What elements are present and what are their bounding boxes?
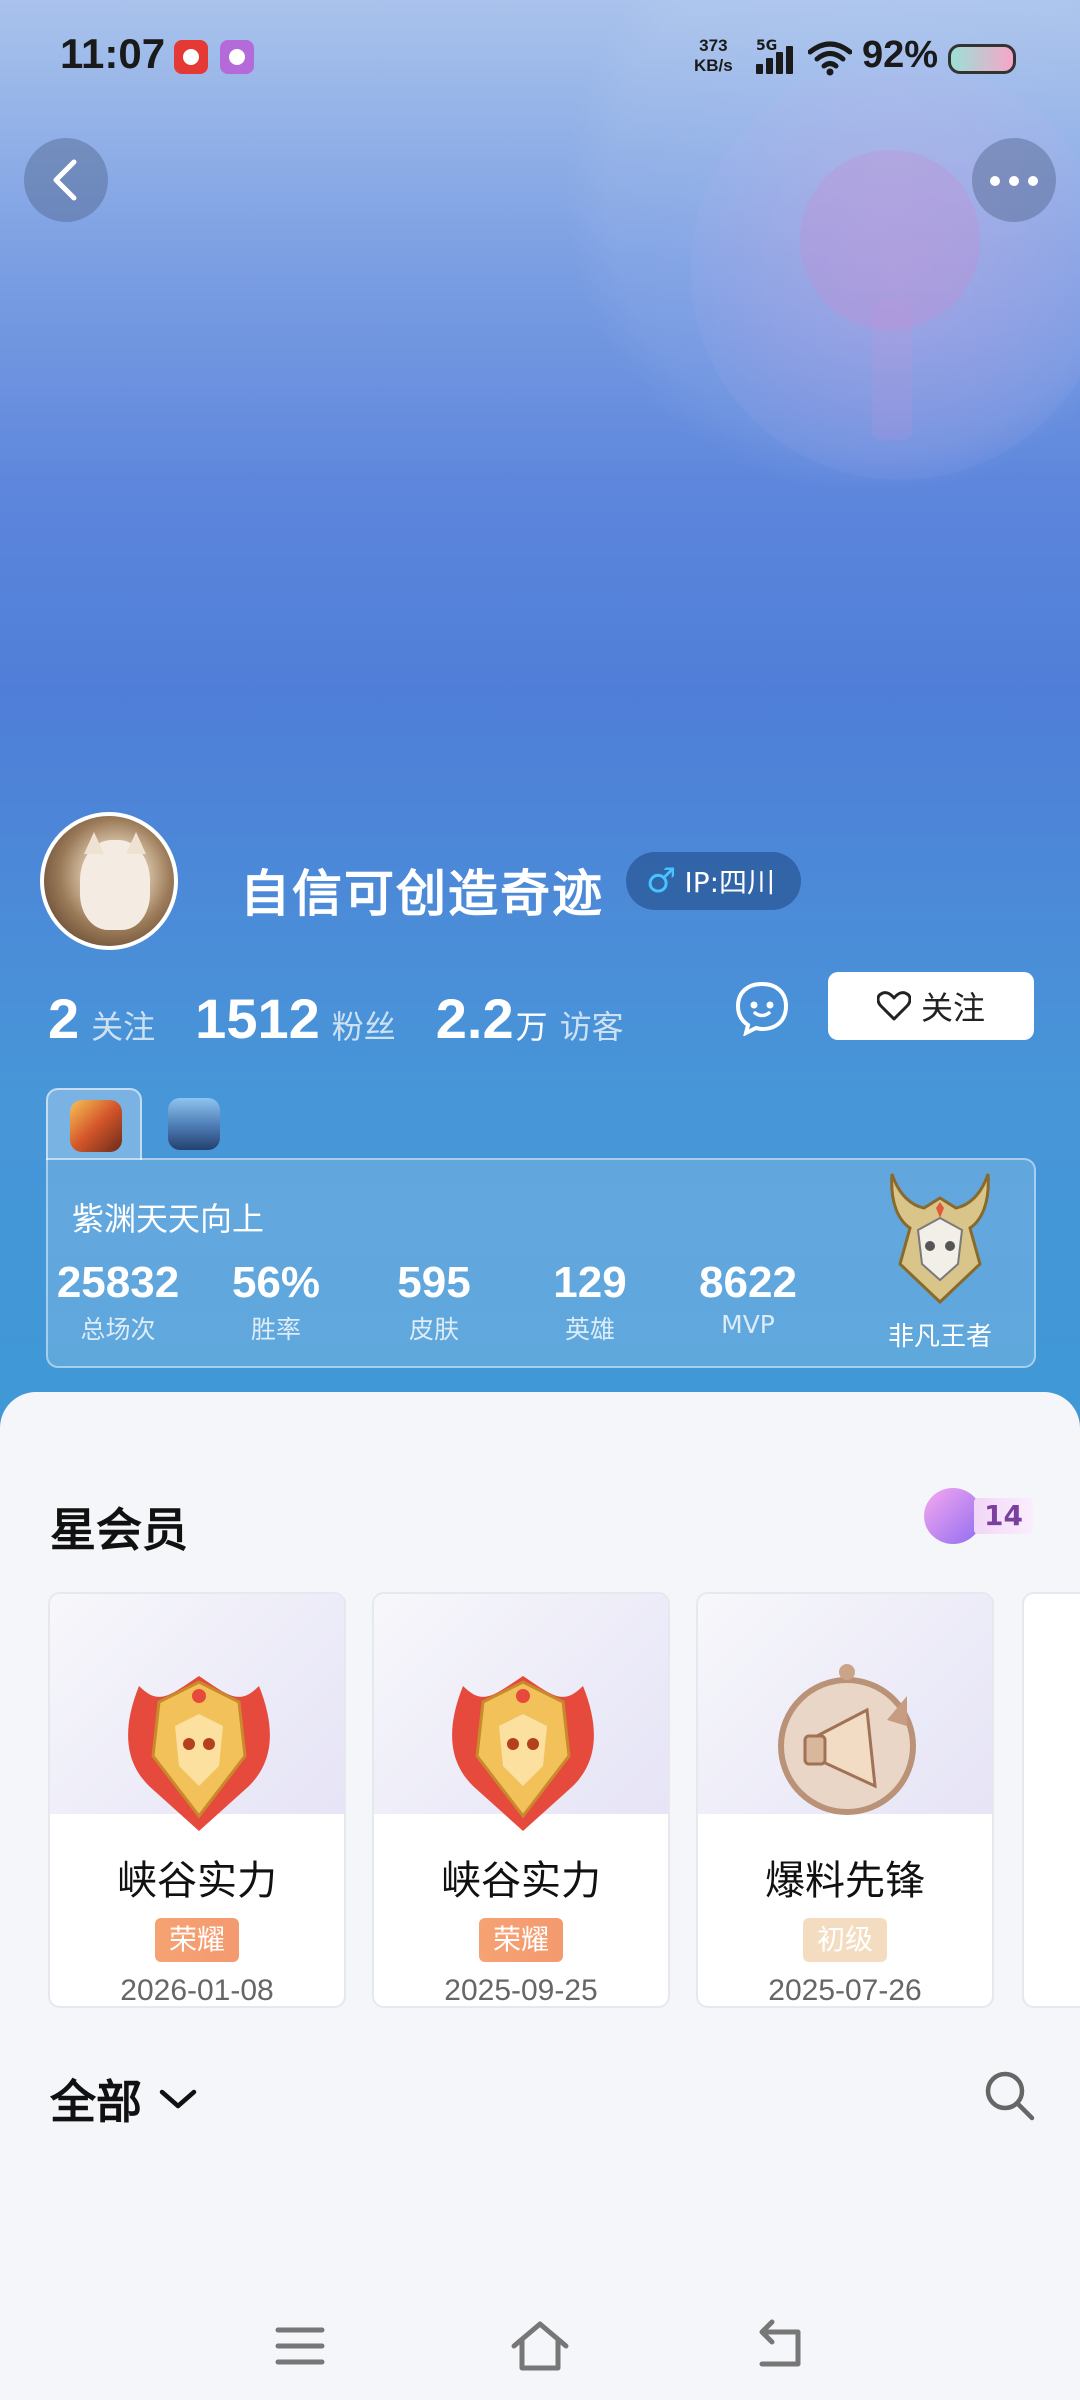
badge-date: 2025-09-25 [444,1974,598,2007]
stat-value: 56% [231,1258,321,1307]
badge-card[interactable]: 爆料先锋 初级 2025-07-26 [696,1592,994,2008]
profile-stats: 2 关注 1512 粉丝 2.2 万 访客 [48,986,664,1051]
battery-icon [948,44,1016,74]
stat-value: 595 [397,1258,471,1307]
game-tab-honor-of-kings[interactable] [46,1088,142,1160]
stat-label: MVP [721,1310,775,1339]
stat-value: 25832 [56,1258,180,1307]
badge-card[interactable]: 峡谷实力 荣耀 2026-01-08 [48,1592,346,2008]
heart-icon [876,991,911,1021]
avatar[interactable] [40,812,178,950]
stat-win-rate: 56% 胜率 [206,1258,346,1346]
badge-name: 峡谷实力 [117,1858,277,1904]
badge-tier: 初级 [802,1918,888,1962]
stat-label: 胜率 [250,1315,301,1344]
ip-location: IP:四川 [684,866,776,899]
fans-label: 粉丝 [331,1008,396,1046]
menu-icon[interactable] [268,2314,332,2378]
cellular-signal-icon: 5G [756,38,800,78]
chat-icon[interactable] [734,980,790,1037]
feed-filter-label: 全部 [50,2075,142,2129]
network-speed: 373 KB/s [694,36,733,76]
status-time: 11:07 [60,30,166,77]
badge-name: 爆料先锋 [765,1858,925,1904]
wifi-icon [807,40,853,85]
search-icon[interactable] [982,2068,1036,2122]
stat-mvp: 8622 MVP [678,1258,818,1339]
content-sheet: 星会员 14 峡谷实力 荣耀 2026-01-08 峡谷实力 荣耀 2025-0… [0,1392,1080,2400]
star-level-badge[interactable]: 14 [924,1488,1033,1544]
decor-stem [872,300,912,440]
badge-tier: 荣耀 [478,1918,564,1962]
game-tab-other[interactable] [146,1088,242,1160]
network-type: 5G [756,38,778,54]
role-name: 紫渊天天向上 [72,1200,265,1238]
feed-filter-dropdown[interactable]: 全部 [50,2066,200,2132]
status-bar: 11:07 373 KB/s 5G 92% [0,0,1080,110]
chevron-left-icon [53,159,77,201]
follow-button[interactable]: 关注 [828,972,1034,1040]
battery-percent: 92% [862,34,939,76]
follow-label: 关注 [920,989,985,1027]
network-speed-value: 373 [699,36,728,55]
notification-app-icon [220,40,254,74]
dragon-emblem-icon [128,1676,270,1831]
stat-skins: 595 皮肤 [364,1258,504,1346]
stat-value: 129 [553,1258,627,1307]
visitors-label: 访客 [559,1008,624,1046]
system-navigation-bar [0,2290,1080,2400]
male-icon: ♂ [646,861,677,901]
game-stats-card[interactable]: 紫渊天天向上 25832 总场次 56% 胜率 595 皮肤 129 英雄 86… [46,1158,1036,1368]
stat-label: 英雄 [564,1315,615,1344]
stat-label: 皮肤 [408,1315,459,1344]
badge-card-partial[interactable] [1022,1592,1080,2008]
notification-app-icon [174,40,208,74]
dragon-emblem-icon [452,1676,594,1831]
home-icon[interactable] [508,2314,572,2378]
badge-date: 2026-01-08 [120,1974,274,2007]
username: 自信可创造奇迹 [240,865,604,923]
visitors-count[interactable]: 2.2 [436,986,514,1051]
megaphone-emblem-icon [778,1664,916,1815]
stat-value: 8622 [699,1258,797,1307]
rank-emblem-icon [890,1173,990,1305]
stat-label: 总场次 [80,1315,156,1344]
back-nav-icon[interactable] [748,2314,812,2378]
more-options-button[interactable] [972,138,1056,222]
following-count[interactable]: 2 [48,986,79,1051]
game-icon [168,1098,220,1150]
game-icon [70,1100,122,1152]
fans-count[interactable]: 1512 [195,986,320,1051]
back-button[interactable] [24,138,108,222]
stat-heroes: 129 英雄 [520,1258,660,1346]
network-speed-unit: KB/s [694,56,733,75]
following-label: 关注 [91,1008,156,1046]
badge-tier: 荣耀 [154,1918,240,1962]
star-level-number: 14 [974,1498,1033,1534]
badge-name: 峡谷实力 [441,1858,601,1904]
badge-date: 2025-07-26 [768,1974,922,2007]
chevron-down-icon [159,2089,197,2109]
gender-ip-tag: ♂ IP:四川 [626,852,802,910]
rank-name: 非凡王者 [887,1322,992,1352]
visitors-unit: 万 [515,1008,548,1046]
stat-total-matches: 25832 总场次 [48,1258,188,1346]
section-title-star-member: 星会员 [50,1503,188,1557]
badge-card[interactable]: 峡谷实力 荣耀 2025-09-25 [372,1592,670,2008]
